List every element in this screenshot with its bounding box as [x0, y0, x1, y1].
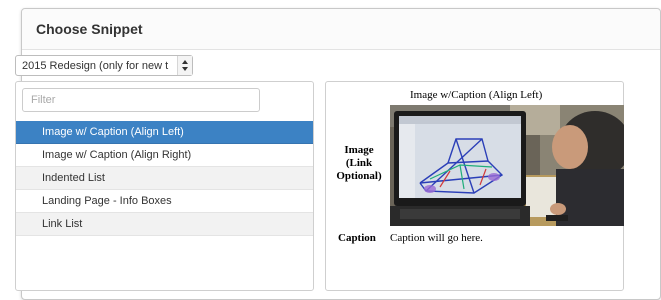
image-link-label: Image (Link Optional) — [330, 144, 388, 183]
snippet-set-select[interactable]: 2015 Redesign (only for new t — [15, 55, 193, 76]
snippet-list-panel: Image w/ Caption (Align Left) Image w/ C… — [15, 81, 314, 291]
list-item[interactable]: Link List — [16, 213, 313, 236]
image-label-line: (Link — [345, 157, 373, 169]
image-label-line: Optional) — [336, 170, 382, 182]
caption-label: Caption — [338, 232, 376, 244]
list-item[interactable]: Indented List — [16, 167, 313, 190]
dialog-title: Choose Snippet — [36, 21, 143, 37]
preview-title: Image w/Caption (Align Left) — [410, 89, 543, 101]
caption-text: Caption will go here. — [390, 232, 483, 244]
filter-input[interactable] — [22, 88, 260, 112]
snippet-list: Image w/ Caption (Align Left) Image w/ C… — [16, 121, 313, 236]
up-down-arrows-icon[interactable] — [177, 56, 192, 75]
list-item[interactable]: Image w/ Caption (Align Right) — [16, 144, 313, 167]
select-value: 2015 Redesign (only for new t — [22, 60, 169, 72]
image-label-line: Image — [344, 144, 374, 156]
dialog-header: Choose Snippet — [22, 9, 660, 50]
snippet-preview-panel: Image w/Caption (Align Left) Image (Link… — [325, 81, 624, 291]
list-item[interactable]: Image w/ Caption (Align Left) — [16, 121, 313, 144]
list-item[interactable]: Landing Page - Info Boxes — [16, 190, 313, 213]
preview-photo — [390, 105, 624, 226]
